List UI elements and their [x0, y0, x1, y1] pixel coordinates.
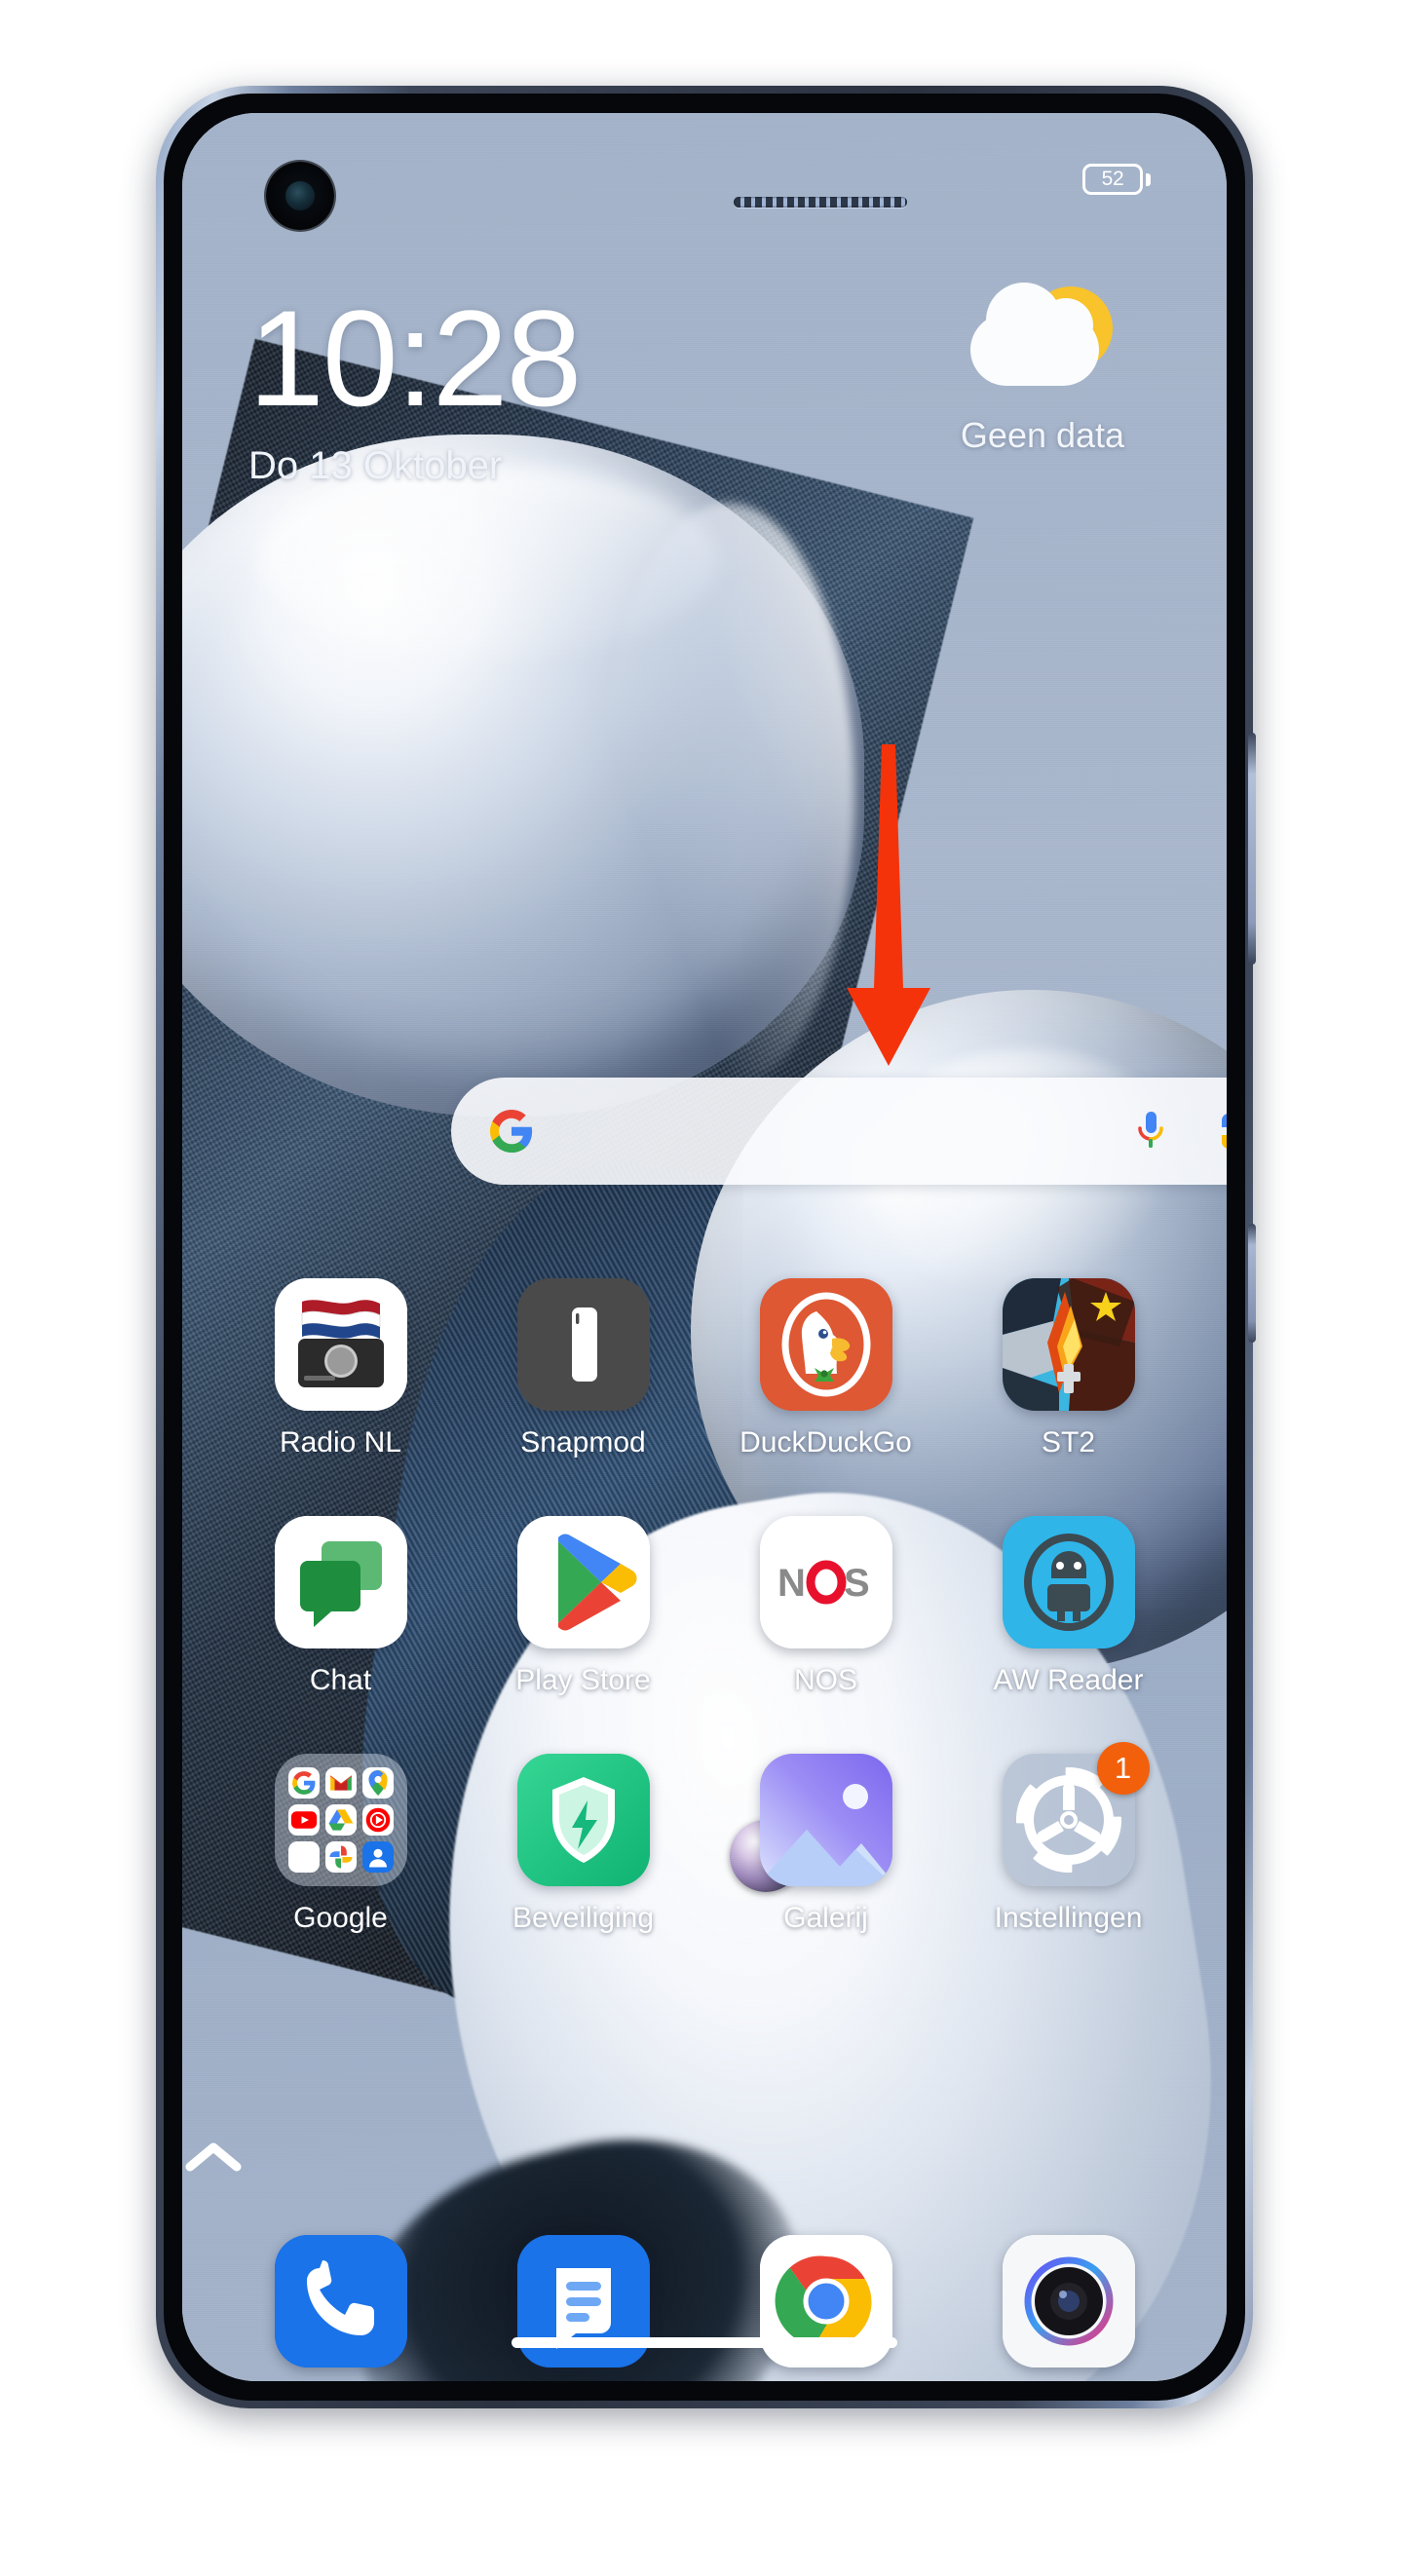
google-g-icon: [488, 1108, 535, 1155]
google-chat-icon: [274, 1516, 407, 1648]
nos-icon: N S: [759, 1516, 892, 1648]
google-search-icon: [287, 1767, 320, 1799]
youtube-icon: [287, 1804, 320, 1836]
app-label: AW Reader: [993, 1664, 1144, 1696]
app-radio-nl[interactable]: Radio NL: [239, 1278, 443, 1459]
app-label: Chat: [309, 1664, 372, 1696]
app-play-store[interactable]: Play Store: [481, 1516, 686, 1697]
earpiece-speaker-grille: [734, 197, 907, 208]
app-label: Instellingen: [994, 1902, 1143, 1934]
sun-behind-cloud-icon: [955, 283, 1130, 403]
app-nos[interactable]: N S NOS: [724, 1516, 929, 1697]
duckduckgo-icon: [759, 1278, 892, 1411]
app-label: NOS: [793, 1664, 857, 1696]
front-camera-punch-hole-icon: [266, 162, 334, 230]
clock-widget[interactable]: 10:28 Do 13 Oktober: [248, 282, 582, 488]
app-row: Chat Play Store N S NOS AW Reader: [182, 1516, 1227, 1697]
phone-dialer-icon: [274, 2235, 407, 2368]
battery-cap-icon: [1146, 172, 1151, 186]
notification-badge: 1: [1096, 1742, 1150, 1795]
google-meet-icon: [287, 1841, 320, 1873]
phone-bezel: 52 10:28 Do 13 Oktober Geen data Radio N…: [164, 94, 1245, 2401]
google-lens-camera-icon[interactable]: [1215, 1107, 1227, 1155]
security-shield-icon: [516, 1754, 650, 1886]
gallery-icon: [759, 1754, 892, 1886]
volume-rocker-button[interactable]: [1248, 733, 1256, 965]
power-button[interactable]: [1248, 1224, 1256, 1343]
app-label: Radio NL: [279, 1426, 402, 1458]
weather-status-text: Geen data: [960, 415, 1125, 455]
phone-screen[interactable]: 52 10:28 Do 13 Oktober Geen data Radio N…: [182, 113, 1227, 2381]
clock-date: Do 13 Oktober: [248, 444, 503, 487]
red-down-arrow-annotation: [825, 744, 952, 1066]
app-snapmod[interactable]: Snapmod: [481, 1278, 686, 1459]
svg-text:N: N: [777, 1562, 806, 1605]
home-screen-app-grid: Radio NL Snapmod DuckDuckGo ST2 Chat Pla…: [182, 1278, 1227, 1935]
st2-game-icon: [1002, 1278, 1135, 1411]
folder-preview-grid: [287, 1767, 394, 1873]
app-row: Radio NL Snapmod DuckDuckGo ST2: [182, 1278, 1227, 1459]
app-beveiliging[interactable]: Beveiliging: [481, 1754, 686, 1935]
snapmod-icon: [516, 1278, 650, 1411]
play-store-icon: [516, 1516, 650, 1648]
app-label: Google: [293, 1902, 388, 1934]
app-row: Google Beveiliging Galerij 1 Instellinge…: [182, 1742, 1227, 1935]
app-label: Snapmod: [520, 1426, 646, 1458]
svg-text:S: S: [844, 1562, 870, 1605]
phone-device-frame: 52 10:28 Do 13 Oktober Geen data Radio N…: [156, 86, 1256, 2408]
app-drawer-handle[interactable]: [182, 2138, 1227, 2175]
app-label: ST2: [1041, 1426, 1096, 1458]
cloud-icon: [970, 283, 1099, 386]
app-st2[interactable]: ST2: [967, 1278, 1171, 1459]
weather-widget[interactable]: Geen data: [921, 283, 1164, 456]
app-label: Galerij: [783, 1902, 868, 1934]
app-label: Play Store: [515, 1664, 651, 1696]
gmail-icon: [324, 1767, 357, 1799]
google-contacts-icon: [361, 1841, 394, 1873]
battery-icon: 52: [1082, 164, 1143, 195]
microphone-icon[interactable]: [1129, 1108, 1172, 1155]
youtube-music-icon: [361, 1804, 394, 1836]
battery-status: 52: [1082, 164, 1151, 195]
screenshot-stage: 52 10:28 Do 13 Oktober Geen data Radio N…: [0, 0, 1403, 2576]
app-label: Beveiliging: [512, 1902, 655, 1934]
app-label: DuckDuckGo: [739, 1426, 912, 1458]
battery-level-text: 52: [1101, 168, 1124, 190]
google-folder-icon: [274, 1754, 407, 1886]
app-chat[interactable]: Chat: [239, 1516, 443, 1697]
google-search-bar[interactable]: [451, 1078, 1227, 1185]
app-aw-reader[interactable]: AW Reader: [967, 1516, 1171, 1697]
google-drive-icon: [324, 1804, 357, 1836]
app-duckduckgo[interactable]: DuckDuckGo: [724, 1278, 929, 1459]
app-folder-google[interactable]: Google: [239, 1754, 443, 1935]
google-photos-icon: [324, 1841, 357, 1873]
clock-time: 10:28: [248, 282, 582, 435]
dock-item-phone[interactable]: [239, 2235, 443, 2368]
aw-reader-icon: [1002, 1516, 1135, 1648]
status-bar: 52: [182, 113, 1227, 230]
google-maps-icon: [361, 1767, 394, 1799]
dock-item-camera[interactable]: [967, 2235, 1171, 2368]
camera-icon: [1002, 2235, 1135, 2368]
app-instellingen[interactable]: 1 Instellingen: [967, 1742, 1171, 1935]
radio-nl-icon: [274, 1278, 407, 1411]
app-galerij[interactable]: Galerij: [724, 1754, 929, 1935]
home-gesture-bar[interactable]: [512, 2337, 897, 2348]
